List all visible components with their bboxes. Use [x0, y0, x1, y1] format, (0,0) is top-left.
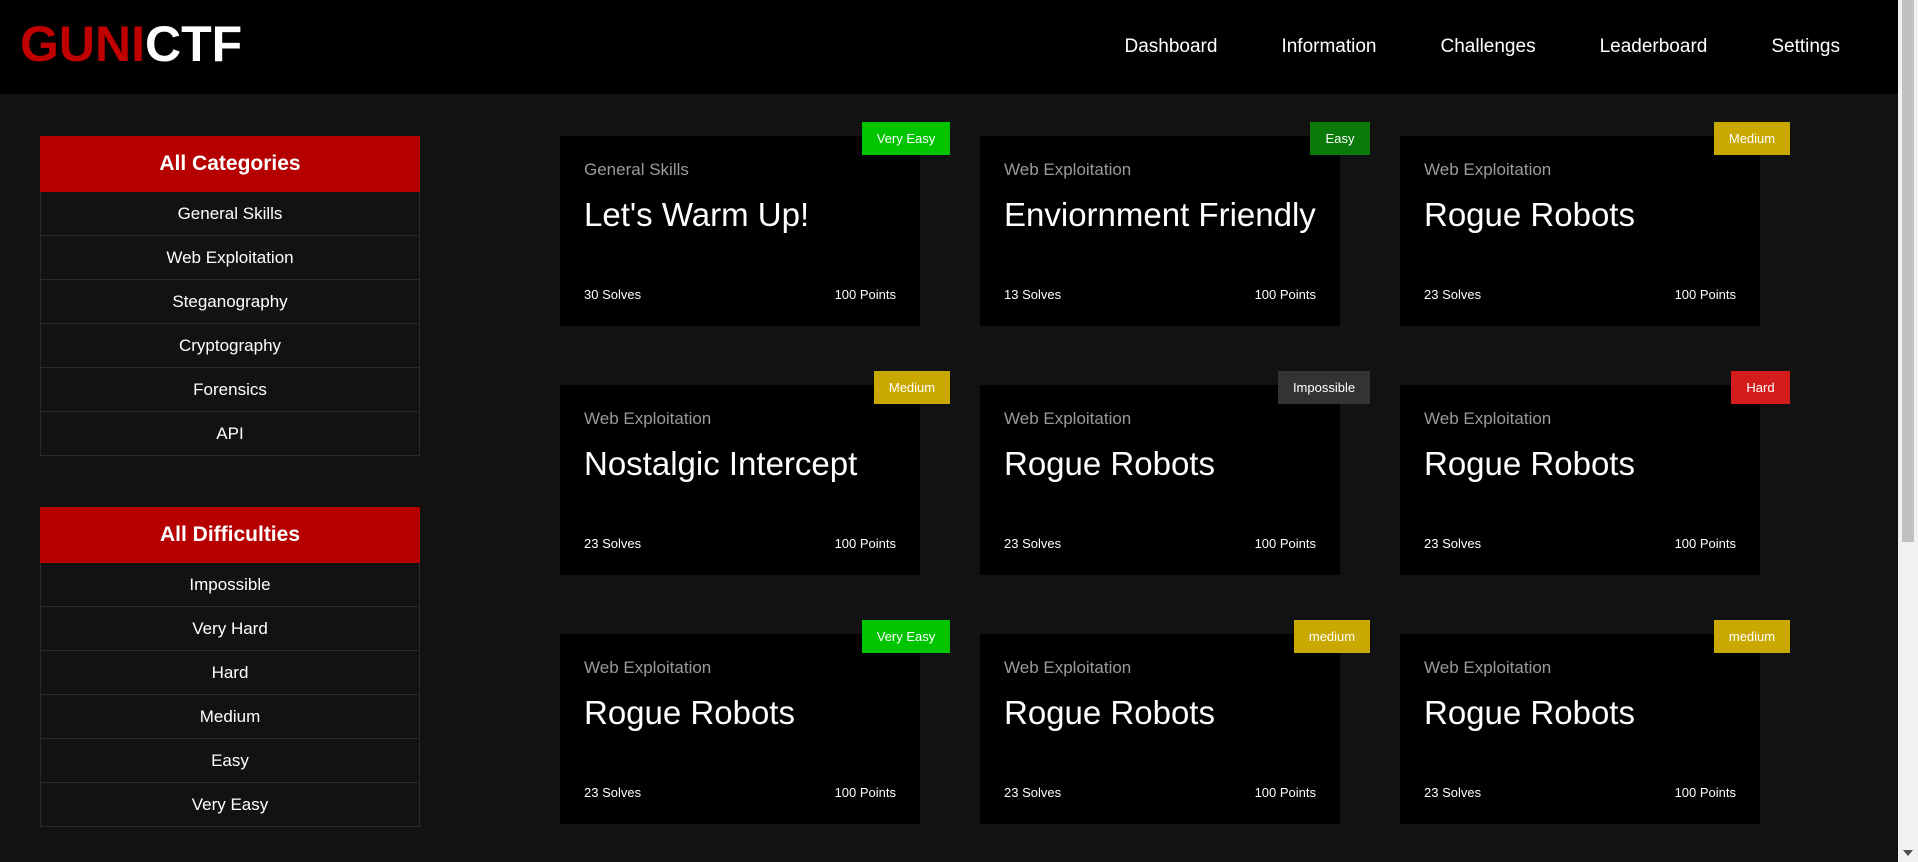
- category-general-skills[interactable]: General Skills: [40, 192, 420, 236]
- challenge-solves: 23 Solves: [1424, 785, 1482, 800]
- difficulty-badge: Medium: [1714, 122, 1790, 155]
- category-steganography[interactable]: Steganography: [40, 280, 420, 324]
- difficulty-badge: Very Easy: [862, 620, 950, 653]
- challenge-points: 100 Points: [1254, 785, 1316, 800]
- challenge-solves: 30 Solves: [584, 287, 642, 302]
- logo-part-guni: GUNI: [20, 16, 145, 72]
- challenge-solves: 23 Solves: [1424, 536, 1482, 551]
- challenge-points: 100 Points: [834, 785, 896, 800]
- challenge-category: Web Exploitation: [1424, 160, 1552, 179]
- challenge-points: 100 Points: [1674, 287, 1736, 302]
- difficulty-impossible[interactable]: Impossible: [40, 563, 420, 607]
- challenge-card[interactable]: Web Exploitation Nostalgic Intercept 23 …: [560, 385, 920, 575]
- site-logo[interactable]: GUNICTF: [20, 16, 242, 72]
- difficulty-badge: Very Easy: [862, 122, 950, 155]
- scrollbar-thumb[interactable]: [1902, 0, 1914, 542]
- difficulty-badge: Medium: [874, 371, 950, 404]
- difficulty-badge: medium: [1294, 620, 1370, 653]
- challenge-title: Rogue Robots: [584, 694, 795, 731]
- nav-leaderboard[interactable]: Leaderboard: [1600, 36, 1708, 58]
- challenge-category: General Skills: [584, 160, 689, 179]
- challenge-card[interactable]: Web Exploitation Rogue Robots 23 Solves …: [1400, 136, 1760, 326]
- category-api[interactable]: API: [40, 412, 420, 456]
- challenge-points: 100 Points: [834, 287, 896, 302]
- challenge-title: Rogue Robots: [1424, 445, 1635, 482]
- challenge-card[interactable]: Web Exploitation Rogue Robots 23 Solves …: [560, 634, 920, 824]
- challenge-title: Rogue Robots: [1424, 694, 1635, 731]
- challenge-points: 100 Points: [1254, 536, 1316, 551]
- challenge-title: Rogue Robots: [1004, 694, 1215, 731]
- all-categories-button[interactable]: All Categories: [40, 136, 420, 192]
- challenge-category: Web Exploitation: [1004, 409, 1132, 428]
- nav-information[interactable]: Information: [1281, 36, 1376, 58]
- scroll-down-arrow-icon[interactable]: [1903, 850, 1913, 856]
- challenge-solves: 13 Solves: [1004, 287, 1062, 302]
- difficulty-medium[interactable]: Medium: [40, 695, 420, 739]
- difficulty-badge: Easy: [1310, 122, 1370, 155]
- category-filter-panel: All Categories General Skills Web Exploi…: [40, 136, 420, 456]
- challenge-title: Nostalgic Intercept: [584, 445, 858, 482]
- challenge-card[interactable]: Web Exploitation Enviornment Friendly 13…: [980, 136, 1340, 326]
- challenge-category: Web Exploitation: [1004, 658, 1132, 677]
- challenge-title: Enviornment Friendly: [1004, 196, 1316, 233]
- logo-part-ctf: CTF: [145, 16, 243, 72]
- challenge-points: 100 Points: [834, 536, 896, 551]
- challenge-solves: 23 Solves: [584, 536, 642, 551]
- category-web-exploitation[interactable]: Web Exploitation: [40, 236, 420, 280]
- nav-dashboard[interactable]: Dashboard: [1125, 36, 1218, 58]
- challenge-title: Rogue Robots: [1004, 445, 1215, 482]
- challenge-card[interactable]: Web Exploitation Rogue Robots 23 Solves …: [1400, 634, 1760, 824]
- challenge-card[interactable]: General Skills Let's Warm Up! 30 Solves …: [560, 136, 920, 326]
- vertical-scrollbar[interactable]: [1898, 0, 1918, 862]
- difficulty-very-easy[interactable]: Very Easy: [40, 783, 420, 827]
- challenge-category: Web Exploitation: [1424, 409, 1552, 428]
- challenge-solves: 23 Solves: [1424, 287, 1482, 302]
- challenge-title: Let's Warm Up!: [584, 196, 810, 233]
- challenge-points: 100 Points: [1674, 536, 1736, 551]
- challenge-solves: 23 Solves: [584, 785, 642, 800]
- category-forensics[interactable]: Forensics: [40, 368, 420, 412]
- challenge-card[interactable]: Web Exploitation Rogue Robots 23 Solves …: [980, 385, 1340, 575]
- challenge-solves: 23 Solves: [1004, 536, 1062, 551]
- difficulty-easy[interactable]: Easy: [40, 739, 420, 783]
- difficulty-badge: medium: [1714, 620, 1790, 653]
- challenge-card[interactable]: Web Exploitation Rogue Robots 23 Solves …: [980, 634, 1340, 824]
- nav-challenges[interactable]: Challenges: [1441, 36, 1536, 58]
- difficulty-filter-panel: All Difficulties Impossible Very Hard Ha…: [40, 507, 420, 827]
- challenge-category: Web Exploitation: [1424, 658, 1552, 677]
- main-nav: Dashboard Information Challenges Leaderb…: [1125, 0, 1841, 94]
- difficulty-badge: Hard: [1731, 371, 1790, 404]
- nav-settings[interactable]: Settings: [1771, 36, 1840, 58]
- challenge-title: Rogue Robots: [1424, 196, 1635, 233]
- challenge-card[interactable]: Web Exploitation Rogue Robots 23 Solves …: [1400, 385, 1760, 575]
- all-difficulties-button[interactable]: All Difficulties: [40, 507, 420, 563]
- challenge-points: 100 Points: [1254, 287, 1316, 302]
- challenge-category: Web Exploitation: [584, 409, 712, 428]
- top-navbar: GUNICTF Dashboard Information Challenges…: [0, 0, 1898, 94]
- difficulty-badge: Impossible: [1278, 371, 1370, 404]
- challenge-solves: 23 Solves: [1004, 785, 1062, 800]
- difficulty-very-hard[interactable]: Very Hard: [40, 607, 420, 651]
- challenge-category: Web Exploitation: [1004, 160, 1132, 179]
- category-cryptography[interactable]: Cryptography: [40, 324, 420, 368]
- challenge-points: 100 Points: [1674, 785, 1736, 800]
- difficulty-hard[interactable]: Hard: [40, 651, 420, 695]
- challenge-category: Web Exploitation: [584, 658, 712, 677]
